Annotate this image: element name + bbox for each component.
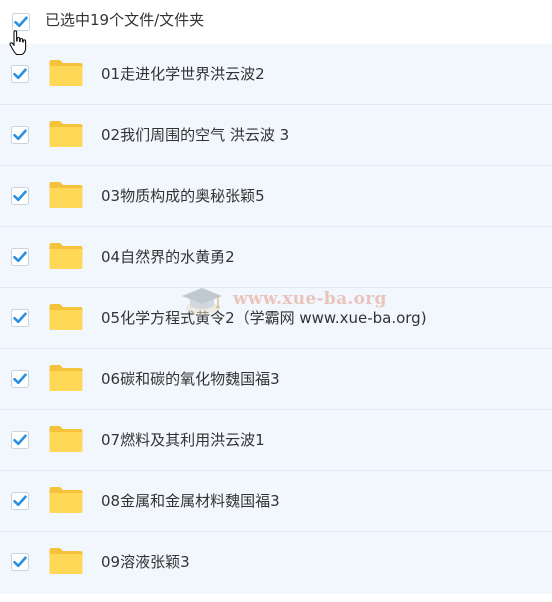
- item-checkbox[interactable]: [11, 553, 29, 571]
- item-checkbox[interactable]: [11, 187, 29, 205]
- item-name[interactable]: 03物质构成的奥秘张颖5: [101, 185, 265, 207]
- selection-count-label: 已选中19个文件/文件夹: [45, 11, 205, 29]
- list-item[interactable]: 08金属和金属材料魏国福3: [0, 471, 552, 532]
- list-item[interactable]: 03物质构成的奥秘张颖5: [0, 166, 552, 227]
- list-item[interactable]: 06碳和碳的氧化物魏国福3: [0, 349, 552, 410]
- item-name[interactable]: 01走进化学世界洪云波2: [101, 63, 265, 85]
- folder-icon: [49, 548, 83, 574]
- file-list-view: 已选中19个文件/文件夹 01走进化学世界洪云波2 02我们周围的空气 洪云波 …: [0, 0, 552, 602]
- item-name[interactable]: 09溶液张颖3: [101, 551, 190, 573]
- item-checkbox[interactable]: [11, 431, 29, 449]
- hand-cursor-icon: [9, 30, 27, 56]
- folder-icon: [49, 121, 83, 147]
- item-checkbox[interactable]: [11, 65, 29, 83]
- folder-icon: [49, 304, 83, 330]
- list-item[interactable]: 07燃料及其利用洪云波1: [0, 410, 552, 471]
- list-item[interactable]: 01走进化学世界洪云波2: [0, 44, 552, 105]
- item-checkbox[interactable]: [11, 248, 29, 266]
- item-name[interactable]: 07燃料及其利用洪云波1: [101, 429, 265, 451]
- list-item[interactable]: 04自然界的水黄勇2: [0, 227, 552, 288]
- folder-icon: [49, 243, 83, 269]
- selection-header: 已选中19个文件/文件夹: [0, 0, 552, 44]
- item-checkbox[interactable]: [11, 370, 29, 388]
- item-name[interactable]: 04自然界的水黄勇2: [101, 246, 235, 268]
- folder-icon: [49, 487, 83, 513]
- folder-list: 01走进化学世界洪云波2 02我们周围的空气 洪云波 3 03物质构成的奥秘张颖…: [0, 44, 552, 594]
- select-all-checkbox[interactable]: [12, 13, 30, 31]
- item-name[interactable]: 02我们周围的空气 洪云波 3: [101, 124, 289, 146]
- item-checkbox[interactable]: [11, 492, 29, 510]
- item-name[interactable]: 05化学方程式黄令2（学霸网 www.xue-ba.org): [101, 307, 427, 329]
- item-name[interactable]: 06碳和碳的氧化物魏国福3: [101, 368, 280, 390]
- folder-icon: [49, 182, 83, 208]
- item-name[interactable]: 08金属和金属材料魏国福3: [101, 490, 280, 512]
- folder-icon: [49, 60, 83, 86]
- list-item[interactable]: 02我们周围的空气 洪云波 3: [0, 105, 552, 166]
- item-checkbox[interactable]: [11, 309, 29, 327]
- list-item[interactable]: 09溶液张颖3: [0, 532, 552, 594]
- item-checkbox[interactable]: [11, 126, 29, 144]
- folder-icon: [49, 365, 83, 391]
- list-item[interactable]: 05化学方程式黄令2（学霸网 www.xue-ba.org): [0, 288, 552, 349]
- folder-icon: [49, 426, 83, 452]
